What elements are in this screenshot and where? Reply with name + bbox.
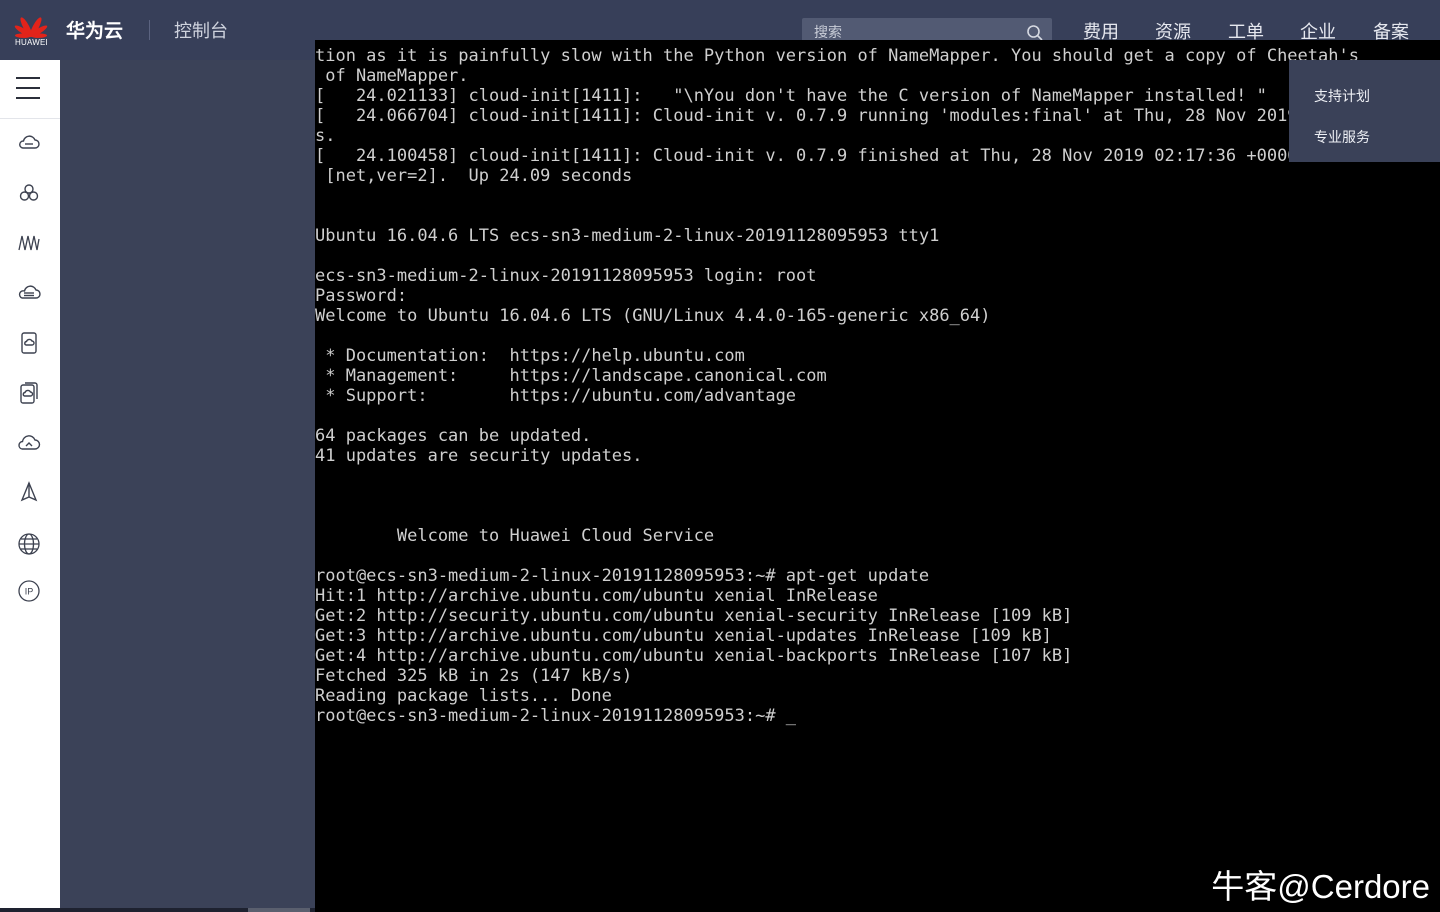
terminal-line: of NameMapper. xyxy=(315,66,469,86)
terminal-line: ecs-sn3-medium-2-linux-20191128095953 lo… xyxy=(315,266,817,286)
brand-divider xyxy=(149,20,150,40)
terminal-line: Get:4 http://archive.ubuntu.com/ubuntu x… xyxy=(315,646,1073,666)
terminal-line: Password: xyxy=(315,286,408,306)
console-link[interactable]: 控制台 xyxy=(174,17,228,43)
terminal-line: [ 24.066704] cloud-init[1411]: Cloud-ini… xyxy=(315,106,1440,126)
cloud-server-icon[interactable] xyxy=(17,131,41,155)
terminal-line: Welcome to Huawei Cloud Service xyxy=(315,526,715,546)
terminal-line: Reading package lists... Done xyxy=(315,686,612,706)
service-list-panel xyxy=(60,60,315,908)
cluster-icon[interactable] xyxy=(17,181,41,205)
terminal-line: Ubuntu 16.04.6 LTS ecs-sn3-medium-2-linu… xyxy=(315,226,940,246)
database-icon[interactable] xyxy=(17,281,41,305)
sidebar: IP xyxy=(0,60,60,912)
terminal-line: 64 packages can be updated. xyxy=(315,426,592,446)
backup-icon[interactable] xyxy=(17,381,41,405)
terminal-line: [ 24.100458] cloud-init[1411]: Cloud-ini… xyxy=(315,146,1440,166)
terminal-line: Fetched 325 kB in 2s (147 kB/s) xyxy=(315,666,633,686)
logo-text: HUAWEI xyxy=(15,38,48,47)
menu-icon[interactable] xyxy=(16,77,42,101)
brand-name[interactable]: 华为云 xyxy=(66,16,123,43)
terminal-line: Get:2 http://security.ubuntu.com/ubuntu … xyxy=(315,606,1073,626)
svg-text:IP: IP xyxy=(25,587,34,597)
menu-item-support-plan[interactable]: 支持计划 xyxy=(1314,86,1370,106)
terminal-line: [net,ver=2]. Up 24.09 seconds xyxy=(315,166,633,186)
terminal-line: root@ecs-sn3-medium-2-linux-201911280959… xyxy=(315,706,797,726)
scrollbar-thumb[interactable] xyxy=(248,908,310,912)
sidebar-divider xyxy=(0,118,60,119)
menu-item-professional-service[interactable]: 专业服务 xyxy=(1314,127,1370,147)
terminal-line: root@ecs-sn3-medium-2-linux-201911280959… xyxy=(315,566,930,586)
terminal-line: * Support: https://ubuntu.com/advantage xyxy=(315,386,797,406)
terminal-line: [ 24.021133] cloud-init[1411]: "\nYou do… xyxy=(315,86,1267,106)
terminal-line: tion as it is painfully slow with the Py… xyxy=(315,46,1359,66)
terminal-line: s. xyxy=(315,126,336,146)
terminal-line: Welcome to Ubuntu 16.04.6 LTS (GNU/Linux… xyxy=(315,306,991,326)
terminal-output: tion as it is painfully slow with the Py… xyxy=(315,46,1440,726)
terminal-line: Get:3 http://archive.ubuntu.com/ubuntu x… xyxy=(315,626,1052,646)
ip-icon[interactable]: IP xyxy=(17,579,41,603)
globe-icon[interactable] xyxy=(17,532,41,556)
cloud-icon[interactable] xyxy=(17,431,41,455)
terminal-line: * Management: https://landscape.canonica… xyxy=(315,366,827,386)
storage-icon[interactable] xyxy=(17,331,41,355)
remote-terminal[interactable]: tion as it is painfully slow with the Py… xyxy=(315,40,1440,912)
watermark: 牛客@Cerdore xyxy=(1211,868,1430,905)
terminal-line: Hit:1 http://archive.ubuntu.com/ubuntu x… xyxy=(315,586,878,606)
terminal-line: * Documentation: https://help.ubuntu.com xyxy=(315,346,745,366)
enterprise-dropdown: 支持计划 专业服务 xyxy=(1289,60,1440,162)
terminal-line: 41 updates are security updates. xyxy=(315,446,643,466)
deploy-icon[interactable] xyxy=(17,481,41,505)
network-icon[interactable] xyxy=(17,231,41,255)
